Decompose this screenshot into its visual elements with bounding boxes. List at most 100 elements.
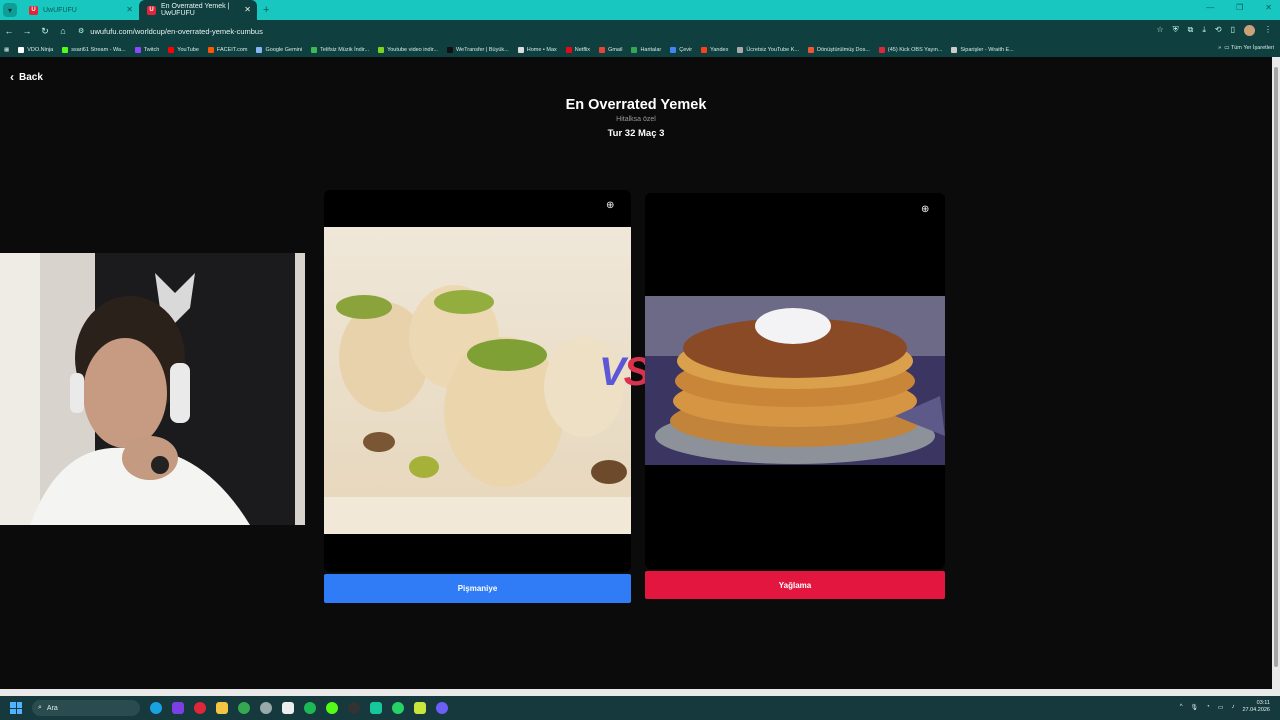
bookmark-item[interactable]: Haritalar <box>631 46 661 53</box>
profile-avatar[interactable] <box>1244 25 1255 36</box>
apps-icon[interactable]: ▦ <box>4 47 9 53</box>
bookmark-item[interactable]: Yandex <box>701 46 728 53</box>
back-button[interactable]: ‹ Back <box>10 70 43 84</box>
history-icon[interactable]: ⟲ <box>1215 25 1222 36</box>
star-icon[interactable]: ☆ <box>1156 25 1163 36</box>
home-icon[interactable]: ⌂ <box>54 26 72 36</box>
bookmark-label: ssari61 Stream - Wa... <box>71 46 126 53</box>
reload-icon[interactable]: ↻ <box>36 26 54 37</box>
vertical-scrollbar[interactable] <box>1272 57 1280 689</box>
streamer-webcam <box>0 253 305 525</box>
scrollbar-thumb[interactable] <box>1274 67 1278 667</box>
app-icon[interactable] <box>172 702 184 714</box>
bookmark-item[interactable]: VDO.Ninja <box>18 46 53 53</box>
chevron-left-icon: ‹ <box>10 70 14 84</box>
monitor-icon[interactable]: ▭ <box>1218 704 1224 711</box>
obs-icon[interactable] <box>348 702 360 714</box>
bookmark-label: Twitch <box>143 46 160 53</box>
gemini-icon <box>256 46 263 53</box>
wifi-icon[interactable]: ◔ <box>1206 704 1210 710</box>
choice-image-left[interactable] <box>324 227 631 534</box>
whatsapp-icon[interactable] <box>392 702 404 714</box>
bookmark-label: Netflix <box>574 46 591 53</box>
edge-icon[interactable] <box>150 702 162 714</box>
taskbar-clock[interactable]: 03:11 27.04.2026 <box>1242 700 1270 714</box>
volume-icon[interactable]: ♪ <box>1231 704 1234 710</box>
uwufufu-favicon-icon: U <box>29 5 38 15</box>
bookmark-item[interactable]: WeTransfer | Büyük... <box>446 46 509 53</box>
bookmark-item[interactable]: Telifsiz Müzik İndir... <box>311 46 369 53</box>
microphone-icon[interactable]: 🎙 <box>1191 704 1199 711</box>
bookmark-item[interactable]: YouTube <box>168 46 199 53</box>
yandex-icon <box>701 46 708 53</box>
choice-button-right[interactable]: Yağlama <box>645 571 945 599</box>
back-arrow-icon[interactable]: ← <box>0 26 18 36</box>
app-icon[interactable] <box>370 702 382 714</box>
bookmark-item[interactable]: Netflix <box>565 46 591 53</box>
bookmark-item[interactable]: Gmail <box>599 46 622 53</box>
bookmark-item[interactable]: (45) Kick OBS Yayın... <box>878 46 943 53</box>
bookmark-item[interactable]: Çevir <box>670 46 692 53</box>
app-icon[interactable] <box>436 702 448 714</box>
window-controls: — ❐ ✕ <box>1206 3 1272 12</box>
horizontal-scrollbar[interactable] <box>0 689 1280 696</box>
bookmark-item[interactable]: Google Gemini <box>256 46 302 53</box>
zoom-in-icon[interactable]: ⊕ <box>606 200 614 211</box>
bookmark-label: (45) Kick OBS Yayın... <box>887 46 943 53</box>
tab-uwufufu[interactable]: U UwUFUFU ✕ <box>21 0 139 20</box>
url-text: uwufufu.com/worldcup/en-overrated-yemek-… <box>90 26 263 36</box>
downloads-icon[interactable]: ⤓ <box>1202 25 1206 36</box>
choice-button-left[interactable]: Pişmaniye <box>324 574 631 603</box>
bookmark-item[interactable]: FACEIT.com <box>207 46 247 53</box>
choice-image-right[interactable] <box>645 296 945 465</box>
uwufufu-favicon-icon: U <box>147 5 156 15</box>
app-icon[interactable] <box>414 702 426 714</box>
extensions-icon[interactable]: ⧉ <box>1188 25 1194 36</box>
site-info-icon[interactable]: ⚙ <box>78 27 84 35</box>
settings-icon[interactable] <box>260 702 272 714</box>
bookmark-item[interactable]: Ücretsiz YouTube K... <box>737 46 799 53</box>
url-field[interactable]: ⚙ uwufufu.com/worldcup/en-overrated-yeme… <box>78 23 1078 39</box>
faceit-icon <box>207 46 214 53</box>
page-subtitle: Hitalksa özel <box>616 116 656 123</box>
tab-label: En Overrated Yemek | UwUFUFU <box>161 3 230 17</box>
tab-en-overrated-yemek[interactable]: U En Overrated Yemek | UwUFUFU ✕ <box>139 0 257 20</box>
sidebar-icon[interactable]: ▯ <box>1231 25 1235 36</box>
bookmark-label: Dönüştürülmüş Dos... <box>817 46 870 53</box>
maximize-icon[interactable]: ❐ <box>1236 3 1243 12</box>
bookmark-icon <box>808 46 815 53</box>
bookmark-icon <box>878 46 885 53</box>
bookmark-icon <box>18 46 25 53</box>
menu-icon[interactable]: ⋮ <box>1264 25 1272 36</box>
app-icon[interactable] <box>304 702 316 714</box>
file-explorer-icon[interactable] <box>216 702 228 714</box>
bookmark-item[interactable]: Youtube video indir... <box>378 46 438 53</box>
bookmark-item[interactable]: Dönüştürülmüş Dos... <box>808 46 870 53</box>
app-icon[interactable] <box>326 702 338 714</box>
tab-search-icon[interactable]: ▾ <box>3 3 17 17</box>
close-tab-icon[interactable]: ✕ <box>126 5 133 14</box>
close-tab-icon[interactable]: ✕ <box>244 5 251 14</box>
bookmark-item[interactable]: Home • Max <box>517 46 557 53</box>
all-bookmarks[interactable]: » ▭ Tüm Yer İşaretleri <box>1218 45 1274 51</box>
bookmark-item[interactable]: Siparişler - Wraith E... <box>951 46 1014 53</box>
bookmark-item[interactable]: ssari61 Stream - Wa... <box>62 46 126 53</box>
browser-tab-strip: ▾ U UwUFUFU ✕ U En Overrated Yemek | UwU… <box>0 0 1280 20</box>
close-window-icon[interactable]: ✕ <box>1265 3 1272 12</box>
windows-start-icon[interactable] <box>10 702 22 714</box>
chevron-up-icon[interactable]: ^ <box>1180 704 1183 710</box>
new-tab-icon[interactable]: + <box>263 4 269 16</box>
gmail-icon <box>599 46 606 53</box>
bookmark-icon <box>378 46 385 53</box>
choice-card-right[interactable]: ⊕ <box>645 193 945 569</box>
forward-arrow-icon[interactable]: → <box>18 26 36 36</box>
bookmark-item[interactable]: Twitch <box>134 46 160 53</box>
taskbar-search[interactable]: ⌕ Ara <box>32 700 140 716</box>
epic-games-icon[interactable] <box>282 702 294 714</box>
choice-card-left[interactable]: ⊕ <box>324 190 631 572</box>
opera-icon[interactable] <box>194 702 206 714</box>
chrome-icon[interactable] <box>238 702 250 714</box>
minimize-icon[interactable]: — <box>1206 3 1214 12</box>
zoom-in-icon[interactable]: ⊕ <box>921 204 929 215</box>
shield-icon[interactable]: ⛨ <box>1173 25 1179 36</box>
